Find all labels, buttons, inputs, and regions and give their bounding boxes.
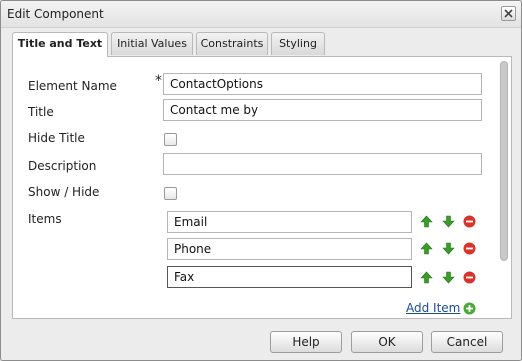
add-icon[interactable]	[463, 302, 476, 315]
ok-button[interactable]: OK	[351, 331, 423, 353]
title-label: Title	[28, 105, 54, 119]
close-button[interactable]	[501, 6, 516, 21]
remove-icon[interactable]	[463, 271, 476, 284]
dialog-title: Edit Component	[7, 7, 104, 21]
item-input-fax[interactable]	[167, 266, 412, 288]
move-down-icon[interactable]	[442, 215, 455, 228]
show-hide-checkbox[interactable]	[164, 187, 177, 200]
move-up-icon[interactable]	[420, 215, 433, 228]
required-marker: *	[155, 73, 162, 89]
element-name-input[interactable]	[163, 73, 482, 95]
move-down-icon[interactable]	[442, 271, 455, 284]
move-up-icon[interactable]	[420, 242, 433, 255]
title-input[interactable]	[163, 99, 482, 121]
cancel-button[interactable]: Cancel	[431, 331, 503, 353]
hide-title-label: Hide Title	[28, 131, 85, 145]
show-hide-label: Show / Hide	[28, 185, 100, 199]
form-panel: Element Name * Title Hide Title Descript…	[12, 56, 512, 319]
tab-initial-values[interactable]: Initial Values	[111, 32, 193, 55]
item-input-phone[interactable]	[167, 238, 412, 260]
description-input[interactable]	[163, 153, 482, 175]
element-name-label: Element Name	[28, 79, 117, 93]
tab-styling[interactable]: Styling	[271, 32, 325, 55]
move-down-icon[interactable]	[442, 242, 455, 255]
hide-title-checkbox[interactable]	[164, 133, 177, 146]
scrollbar-thumb[interactable]	[500, 61, 508, 261]
item-input-email[interactable]	[167, 211, 412, 233]
remove-icon[interactable]	[463, 242, 476, 255]
close-icon	[504, 9, 513, 18]
edit-component-dialog: Edit Component Title and Text Initial Va…	[0, 0, 522, 361]
move-up-icon[interactable]	[420, 271, 433, 284]
dialog-footer: Help OK Cancel	[1, 320, 521, 360]
items-label: Items	[28, 212, 62, 226]
dialog-titlebar[interactable]: Edit Component	[1, 1, 521, 28]
description-label: Description	[28, 159, 97, 173]
remove-icon[interactable]	[463, 215, 476, 228]
vertical-scrollbar[interactable]	[500, 61, 508, 311]
add-item-link[interactable]: Add Item	[406, 301, 460, 315]
tab-constraints[interactable]: Constraints	[196, 32, 268, 55]
tab-title-and-text[interactable]: Title and Text	[12, 32, 108, 57]
help-button[interactable]: Help	[270, 331, 342, 353]
